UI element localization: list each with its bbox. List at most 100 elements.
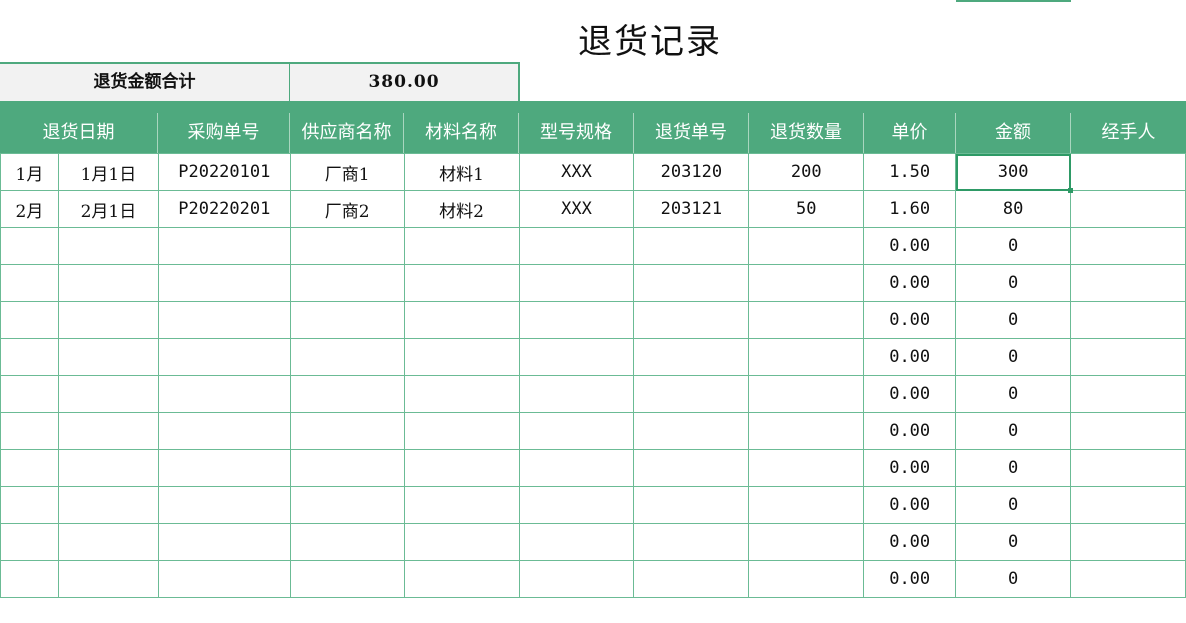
cell-return-number[interactable] [633, 264, 750, 302]
cell-return-number[interactable] [633, 449, 750, 487]
cell-material[interactable]: 材料2 [403, 190, 520, 228]
cell-po-number[interactable] [157, 523, 291, 561]
cell-material[interactable] [403, 449, 520, 487]
cell-material[interactable] [403, 338, 520, 376]
cell-supplier[interactable] [289, 412, 405, 450]
cell-amount[interactable]: 0 [955, 449, 1072, 487]
cell-supplier[interactable] [289, 227, 405, 265]
cell-quantity[interactable]: 50 [748, 190, 865, 228]
cell-month[interactable]: 2月 [0, 190, 59, 228]
cell-month[interactable] [0, 449, 59, 487]
cell-po-number[interactable] [157, 412, 291, 450]
summary-value-cell[interactable]: 380.00 [290, 64, 520, 101]
header-quantity[interactable]: 退货数量 [749, 113, 864, 153]
header-amount[interactable]: 金额 [956, 113, 1071, 153]
cell-quantity[interactable]: 200 [748, 153, 865, 191]
cell-date[interactable] [57, 523, 159, 561]
cell-month[interactable] [0, 412, 59, 450]
cell-amount[interactable]: 300 [955, 153, 1074, 193]
cell-date[interactable] [57, 338, 159, 376]
cell-date[interactable] [57, 412, 159, 450]
cell-date[interactable] [57, 449, 159, 487]
cell-handler[interactable] [1070, 153, 1186, 191]
cell-unit-price[interactable]: 1.60 [863, 190, 957, 228]
cell-date[interactable] [57, 301, 159, 339]
cell-supplier[interactable] [289, 560, 405, 598]
cell-return-number[interactable] [633, 338, 750, 376]
cell-po-number[interactable] [157, 560, 291, 598]
cell-po-number[interactable] [157, 486, 291, 524]
cell-spec[interactable] [518, 523, 635, 561]
cell-supplier[interactable] [289, 301, 405, 339]
cell-month[interactable] [0, 375, 59, 413]
cell-supplier[interactable]: 厂商2 [289, 190, 405, 228]
cell-unit-price[interactable]: 0.00 [863, 449, 957, 487]
cell-quantity[interactable] [748, 264, 865, 302]
cell-spec[interactable] [518, 449, 635, 487]
cell-supplier[interactable]: 厂商1 [289, 153, 405, 191]
summary-label-cell[interactable]: 退货金额合计 [0, 64, 290, 101]
cell-return-number[interactable] [633, 375, 750, 413]
cell-amount[interactable]: 80 [955, 190, 1072, 228]
cell-spec[interactable] [518, 486, 635, 524]
cell-material[interactable] [403, 227, 520, 265]
cell-unit-price[interactable]: 0.00 [863, 338, 957, 376]
cell-po-number[interactable] [157, 301, 291, 339]
cell-spec[interactable] [518, 227, 635, 265]
cell-handler[interactable] [1070, 301, 1186, 339]
cell-month[interactable] [0, 227, 59, 265]
cell-amount[interactable]: 0 [955, 523, 1072, 561]
cell-material[interactable]: 材料1 [403, 153, 520, 191]
cell-unit-price[interactable]: 0.00 [863, 560, 957, 598]
cell-month[interactable] [0, 264, 59, 302]
cell-supplier[interactable] [289, 449, 405, 487]
cell-month[interactable] [0, 523, 59, 561]
cell-unit-price[interactable]: 1.50 [863, 153, 957, 191]
cell-return-number[interactable] [633, 486, 750, 524]
cell-material[interactable] [403, 412, 520, 450]
cell-material[interactable] [403, 486, 520, 524]
header-supplier[interactable]: 供应商名称 [290, 113, 404, 153]
cell-date[interactable] [57, 560, 159, 598]
header-spec[interactable]: 型号规格 [519, 113, 634, 153]
cell-handler[interactable] [1070, 523, 1186, 561]
cell-unit-price[interactable]: 0.00 [863, 375, 957, 413]
cell-material[interactable] [403, 560, 520, 598]
cell-date[interactable] [57, 264, 159, 302]
cell-quantity[interactable] [748, 301, 865, 339]
cell-supplier[interactable] [289, 486, 405, 524]
cell-return-number[interactable]: 203120 [633, 153, 750, 191]
cell-handler[interactable] [1070, 375, 1186, 413]
cell-spec[interactable] [518, 560, 635, 598]
cell-amount[interactable]: 0 [955, 338, 1072, 376]
cell-spec[interactable] [518, 375, 635, 413]
header-unit-price[interactable]: 单价 [864, 113, 956, 153]
cell-material[interactable] [403, 375, 520, 413]
cell-month[interactable] [0, 338, 59, 376]
cell-handler[interactable] [1070, 486, 1186, 524]
cell-material[interactable] [403, 301, 520, 339]
cell-amount[interactable]: 0 [955, 560, 1072, 598]
cell-date[interactable]: 2月1日 [57, 190, 159, 228]
cell-po-number[interactable]: P20220101 [157, 153, 291, 191]
cell-handler[interactable] [1070, 338, 1186, 376]
cell-unit-price[interactable]: 0.00 [863, 412, 957, 450]
cell-po-number[interactable] [157, 375, 291, 413]
cell-material[interactable] [403, 264, 520, 302]
cell-return-number[interactable] [633, 301, 750, 339]
cell-handler[interactable] [1070, 412, 1186, 450]
cell-spec[interactable]: XXX [518, 190, 635, 228]
cell-amount[interactable]: 0 [955, 227, 1072, 265]
cell-date[interactable] [57, 227, 159, 265]
cell-handler[interactable] [1070, 190, 1186, 228]
cell-unit-price[interactable]: 0.00 [863, 301, 957, 339]
cell-return-number[interactable] [633, 560, 750, 598]
cell-month[interactable] [0, 301, 59, 339]
cell-amount[interactable]: 0 [955, 264, 1072, 302]
cell-po-number[interactable] [157, 264, 291, 302]
cell-quantity[interactable] [748, 375, 865, 413]
cell-unit-price[interactable]: 0.00 [863, 486, 957, 524]
cell-amount[interactable]: 0 [955, 301, 1072, 339]
cell-unit-price[interactable]: 0.00 [863, 227, 957, 265]
cell-month[interactable] [0, 560, 59, 598]
